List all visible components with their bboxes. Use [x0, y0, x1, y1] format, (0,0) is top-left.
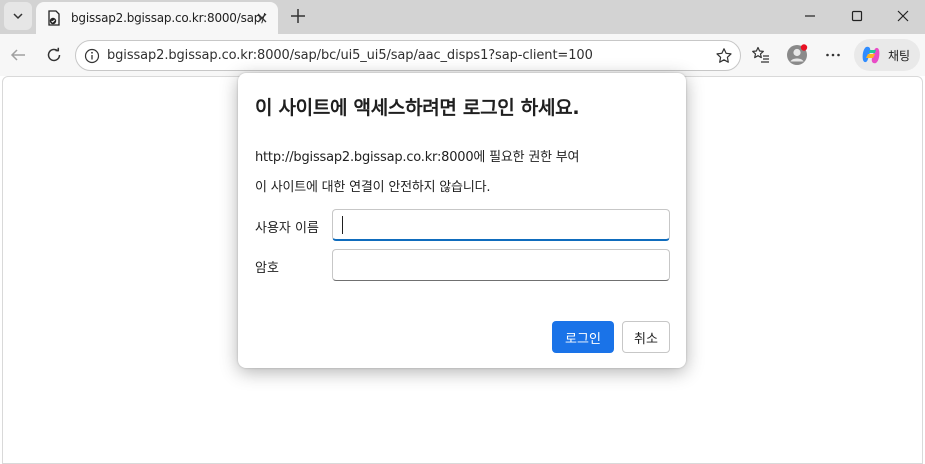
refresh-icon [47, 47, 61, 62]
chevron-down-icon [13, 13, 23, 20]
favorite-star-icon[interactable] [714, 46, 734, 66]
maximize-button[interactable] [834, 0, 880, 32]
notification-dot-icon [800, 44, 808, 51]
maximize-icon [851, 10, 863, 22]
tab-strip: bgissap2.bgissap.co.kr:8000/sap/b [0, 0, 925, 34]
browser-toolbar: bgissap2.bgissap.co.kr:8000/sap/bc/ui5_u… [0, 34, 925, 76]
cancel-button[interactable]: 취소 [622, 321, 670, 353]
text-caret [342, 216, 343, 234]
minimize-icon [805, 15, 815, 17]
url-text: bgissap2.bgissap.co.kr:8000/sap/bc/ui5_u… [107, 48, 593, 63]
login-button[interactable]: 로그인 [552, 321, 614, 353]
favorites-button[interactable] [749, 43, 773, 67]
more-menu-button[interactable] [821, 43, 845, 67]
tab-title: bgissap2.bgissap.co.kr:8000/sap/b [71, 11, 265, 25]
site-info-icon[interactable] [84, 48, 100, 64]
dialog-authorization-text: http://bgissap2.bgissap.co.kr:8000에 필요한 … [255, 150, 580, 165]
dialog-title: 이 사이트에 액세스하려면 로그인 하세요. [255, 97, 580, 119]
new-tab-button[interactable] [286, 4, 310, 28]
tab-actions-menu-button[interactable] [4, 2, 32, 30]
close-icon [897, 10, 909, 22]
more-options-icon [826, 53, 840, 57]
page-favicon-icon [46, 10, 62, 26]
browser-tab[interactable]: bgissap2.bgissap.co.kr:8000/sap/b [36, 2, 278, 34]
minimize-button[interactable] [787, 0, 833, 32]
password-field[interactable] [332, 249, 670, 281]
copilot-icon [862, 46, 880, 64]
dialog-security-warning: 이 사이트에 대한 연결이 안전하지 않습니다. [255, 180, 491, 195]
plus-icon [291, 9, 305, 23]
username-label: 사용자 이름 [255, 221, 319, 236]
password-label: 암호 [255, 261, 279, 276]
username-field[interactable] [332, 209, 670, 241]
close-window-button[interactable] [880, 0, 925, 32]
refresh-button[interactable] [40, 41, 68, 69]
back-button[interactable] [4, 41, 32, 69]
copilot-chat-button[interactable]: 채팅 [854, 39, 920, 71]
favorites-list-icon [752, 46, 769, 63]
profile-button[interactable] [785, 43, 809, 67]
tab-close-icon[interactable] [254, 10, 270, 26]
avatar-icon [787, 44, 808, 65]
address-bar[interactable]: bgissap2.bgissap.co.kr:8000/sap/bc/ui5_u… [75, 40, 741, 71]
copilot-label: 채팅 [888, 48, 911, 63]
back-arrow-icon [10, 49, 25, 61]
sign-in-dialog: 이 사이트에 액세스하려면 로그인 하세요. http://bgissap2.b… [238, 73, 686, 368]
